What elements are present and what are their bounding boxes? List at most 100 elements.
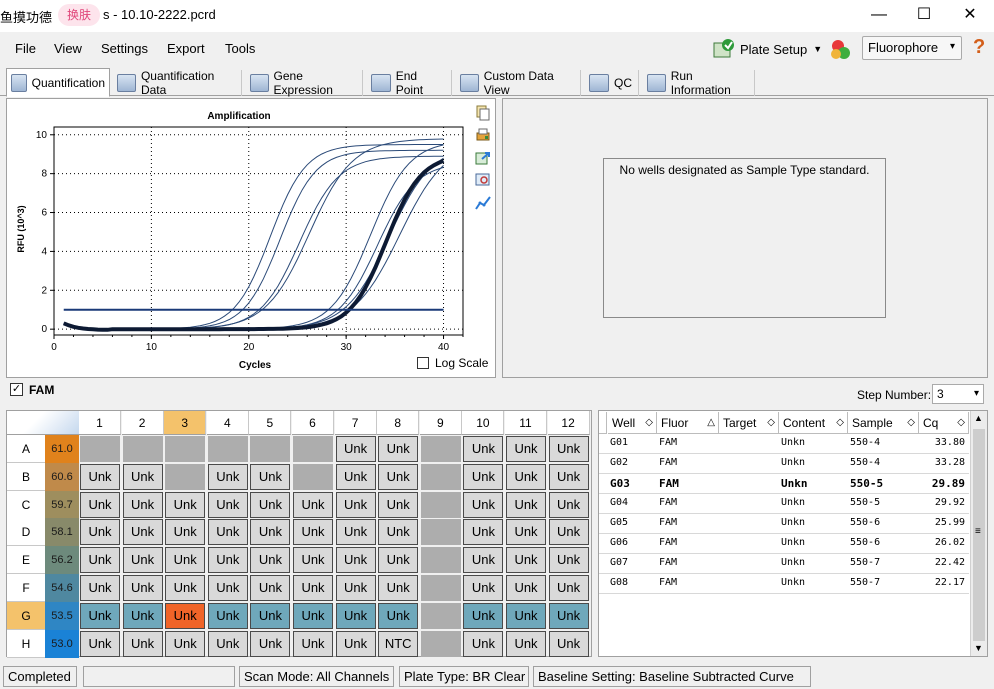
row-header[interactable]: E xyxy=(7,546,45,575)
plate-well[interactable]: Unk xyxy=(250,491,291,518)
plate-well[interactable] xyxy=(165,436,206,462)
plate-well[interactable]: Unk xyxy=(506,547,546,574)
print-icon[interactable] xyxy=(475,127,491,143)
column-header-sample[interactable]: Sample ◇ xyxy=(848,412,919,434)
plate-well[interactable] xyxy=(420,463,461,490)
plate-well[interactable]: Unk xyxy=(378,547,419,574)
plate-well[interactable]: Unk xyxy=(506,519,546,546)
plate-well[interactable]: Unk xyxy=(250,519,291,546)
fam-checkbox[interactable]: ✓ xyxy=(10,383,23,396)
table-row[interactable]: G02 FAM Unkn 550-4 33.28 xyxy=(599,454,969,474)
plate-well[interactable]: Unk xyxy=(378,463,419,490)
plate-well[interactable]: Unk xyxy=(548,436,589,462)
plate-well[interactable]: Unk xyxy=(463,436,504,462)
chart-line-icon[interactable] xyxy=(475,195,491,211)
plate-well[interactable] xyxy=(293,436,333,462)
amplification-chart[interactable]: Amplification Cycles RFU (10^3) 0 10 20 30 4… xyxy=(7,99,471,377)
column-header[interactable]: 2 xyxy=(121,411,164,435)
plate-well[interactable] xyxy=(207,436,248,462)
plate-well[interactable] xyxy=(420,436,461,462)
plate-well[interactable]: NTC xyxy=(378,630,419,657)
column-header[interactable]: 4 xyxy=(206,411,249,435)
vertical-scrollbar[interactable]: ▲ ≡ ▼ xyxy=(970,411,987,656)
column-header-well[interactable]: Well ◇ xyxy=(608,412,657,434)
plate-well[interactable]: Unk xyxy=(293,491,333,518)
plate-well[interactable]: Unk xyxy=(122,547,163,574)
plate-well[interactable]: Unk xyxy=(122,602,163,629)
plate-well[interactable]: Unk xyxy=(207,491,248,518)
plate-well[interactable]: Unk xyxy=(335,463,376,490)
plate-well[interactable]: Unk xyxy=(207,463,248,490)
plate-well[interactable]: Unk xyxy=(463,491,504,518)
plate-well[interactable]: Unk xyxy=(80,463,120,490)
plate-well[interactable]: Unk xyxy=(207,519,248,546)
plate-well[interactable]: Unk xyxy=(207,630,248,657)
table-row[interactable]: G01 FAM Unkn 550-4 33.80 xyxy=(599,434,969,454)
plate-well[interactable]: Unk xyxy=(293,602,333,629)
tab-custom-data-view[interactable]: Custom Data View xyxy=(456,69,581,97)
row-header[interactable]: C xyxy=(7,490,45,519)
plate-setup-button[interactable]: Plate Setup ▼ xyxy=(712,35,822,63)
plate-well[interactable] xyxy=(122,436,163,462)
plate-well[interactable]: Unk xyxy=(506,463,546,490)
plate-well[interactable]: Unk xyxy=(293,519,333,546)
plate-well[interactable]: Unk xyxy=(506,575,546,601)
plate-well[interactable]: Unk xyxy=(207,547,248,574)
plate-well[interactable]: Unk xyxy=(506,630,546,657)
plate-well[interactable]: Unk xyxy=(207,602,248,629)
column-header[interactable]: 12 xyxy=(547,411,590,435)
close-button[interactable]: ✕ xyxy=(947,0,993,30)
plate-well[interactable]: Unk xyxy=(165,519,206,546)
plate-well[interactable]: Unk xyxy=(548,630,589,657)
tab-run-information[interactable]: Run Information xyxy=(643,69,755,97)
table-row[interactable]: G04 FAM Unkn 550-5 29.92 xyxy=(599,494,969,514)
plate-well[interactable]: Unk xyxy=(378,575,419,601)
step-number-select[interactable]: 3 ▾ xyxy=(932,384,984,404)
table-row[interactable]: G07 FAM Unkn 550-7 22.42 xyxy=(599,554,969,574)
plate-well[interactable]: Unk xyxy=(122,575,163,601)
plate-well[interactable]: Unk xyxy=(463,463,504,490)
fluorophore-select[interactable]: Fluorophore ▾ xyxy=(862,36,962,60)
plate-well[interactable]: Unk xyxy=(335,491,376,518)
table-row[interactable]: G05 FAM Unkn 550-6 25.99 xyxy=(599,514,969,534)
column-header-target[interactable]: Target ◇ xyxy=(719,412,779,434)
column-header[interactable]: 6 xyxy=(292,411,334,435)
help-icon[interactable]: ? xyxy=(973,36,985,59)
plate-well[interactable]: Unk xyxy=(80,630,120,657)
plate-well[interactable]: Unk xyxy=(80,575,120,601)
plate-well[interactable]: Unk xyxy=(548,547,589,574)
plate-well[interactable]: Unk xyxy=(463,630,504,657)
log-scale-toggle[interactable]: Log Scale xyxy=(417,356,488,370)
column-header[interactable]: 7 xyxy=(334,411,377,435)
plate-well[interactable]: Unk xyxy=(378,491,419,518)
tab-qc[interactable]: QC xyxy=(585,70,639,96)
plate-well[interactable]: Unk xyxy=(80,519,120,546)
plate-well[interactable]: Unk xyxy=(506,491,546,518)
maximize-button[interactable]: ☐ xyxy=(901,0,947,30)
plate-well[interactable]: Unk xyxy=(122,519,163,546)
column-header[interactable]: 9 xyxy=(419,411,462,435)
plate-well[interactable] xyxy=(250,436,291,462)
traffic-light-icon[interactable] xyxy=(828,38,854,62)
sort-icon[interactable]: ◇ xyxy=(767,412,775,434)
plate-well[interactable] xyxy=(420,630,461,657)
column-header[interactable]: 8 xyxy=(377,411,420,435)
scroll-down-icon[interactable]: ▼ xyxy=(974,643,983,653)
plate-well[interactable]: Unk xyxy=(80,491,120,518)
table-row[interactable]: G03 FAM Unkn 550-5 29.89 xyxy=(599,474,969,494)
plate-well[interactable]: Unk xyxy=(378,436,419,462)
tab-end-point[interactable]: End Point xyxy=(367,69,452,97)
minimize-button[interactable]: — xyxy=(856,0,902,30)
plate-well[interactable]: Unk xyxy=(207,575,248,601)
plate-well[interactable]: Unk xyxy=(165,547,206,574)
plate-select-all[interactable] xyxy=(7,411,79,435)
tab-quantification-data[interactable]: Quantification Data xyxy=(113,69,242,97)
menu-export[interactable]: Export xyxy=(167,41,205,56)
plate-well[interactable]: Unk xyxy=(80,547,120,574)
column-header-content[interactable]: Content ◇ xyxy=(779,412,848,434)
export-chart-icon[interactable] xyxy=(475,150,491,166)
copy-icon[interactable] xyxy=(475,105,491,121)
plate-well[interactable]: Unk xyxy=(250,547,291,574)
plate-well[interactable]: Unk xyxy=(335,519,376,546)
column-header[interactable]: 10 xyxy=(462,411,505,435)
